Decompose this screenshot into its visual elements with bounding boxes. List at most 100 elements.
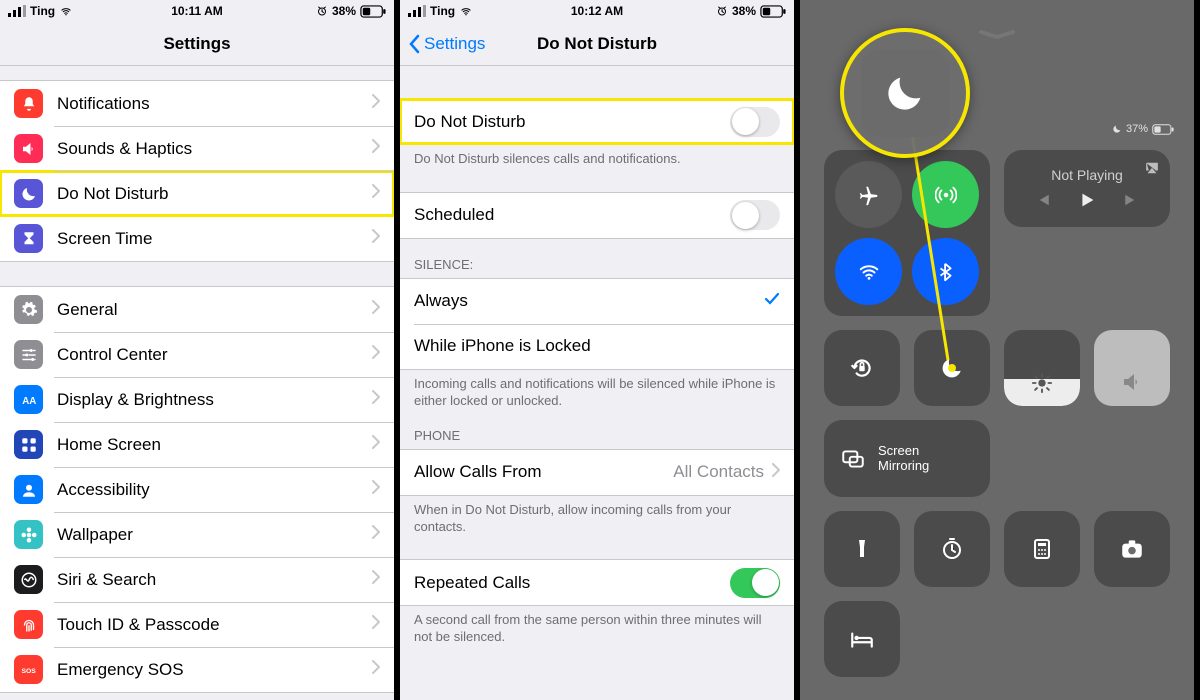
volume-slider[interactable]: [1094, 330, 1170, 406]
row-label: Control Center: [57, 345, 372, 365]
chevron-right-icon: [372, 345, 380, 364]
speaker-icon: [1120, 370, 1144, 394]
settings-list[interactable]: Notifications Sounds & Haptics Do Not Dist…: [0, 66, 394, 700]
row-label: Do Not Disturb: [57, 184, 372, 204]
screen-mirroring-button[interactable]: Screen Mirroring: [824, 420, 990, 497]
settings-row-wallpaper[interactable]: Wallpaper: [0, 512, 394, 557]
chevron-right-icon: [372, 615, 380, 634]
dnd-toggle-row[interactable]: Do Not Disturb: [400, 99, 794, 144]
settings-row-sounds[interactable]: Sounds & Haptics: [0, 126, 394, 171]
scheduled-row[interactable]: Scheduled: [400, 193, 794, 238]
dnd-icon: [14, 179, 43, 208]
status-bar: Ting 10:12 AM 38%: [400, 0, 794, 22]
mirror-icon: [840, 446, 866, 472]
footer-text: Do Not Disturb silences calls and notifi…: [400, 145, 794, 168]
control-center: 37% Not Playing: [800, 0, 1200, 700]
page-title: Settings: [163, 34, 230, 54]
footer-text: When in Do Not Disturb, allow incoming c…: [400, 496, 794, 536]
back-button[interactable]: Settings: [408, 34, 485, 54]
row-label: General: [57, 300, 372, 320]
row-label: While iPhone is Locked: [414, 336, 780, 356]
bedtime-button[interactable]: [824, 601, 900, 677]
next-icon[interactable]: [1120, 191, 1138, 209]
allow-calls-row[interactable]: Allow Calls From All Contacts: [400, 450, 794, 495]
chevron-right-icon: [372, 229, 380, 248]
airplay-icon[interactable]: [1144, 160, 1160, 176]
dnd-list[interactable]: Do Not Disturb Do Not Disturb silences c…: [400, 66, 794, 700]
siri-icon: [14, 565, 43, 594]
settings-row-display[interactable]: Display & Brightness: [0, 377, 394, 422]
settings-row-siri[interactable]: Siri & Search: [0, 557, 394, 602]
general-icon: [14, 295, 43, 324]
row-label: Home Screen: [57, 435, 372, 455]
calculator-button[interactable]: [1004, 511, 1080, 587]
silence-always-row[interactable]: Always: [400, 279, 794, 324]
mirror-label: Screen Mirroring: [878, 444, 938, 473]
scheduled-toggle[interactable]: [730, 200, 780, 230]
settings-row-homescreen[interactable]: Home Screen: [0, 422, 394, 467]
camera-button[interactable]: [1094, 511, 1170, 587]
sun-icon: [1031, 372, 1053, 394]
homescreen-icon: [14, 430, 43, 459]
row-label: Emergency SOS: [57, 660, 372, 680]
moon-icon: [882, 70, 928, 116]
battery-pct: 37%: [1126, 123, 1148, 135]
notifications-icon: [14, 89, 43, 118]
airplane-button[interactable]: [835, 161, 902, 228]
settings-row-general[interactable]: General: [0, 287, 394, 332]
nav-bar: Settings Do Not Disturb: [400, 22, 794, 66]
chevron-right-icon: [372, 480, 380, 499]
touchid-icon: [14, 610, 43, 639]
chevron-right-icon: [372, 660, 380, 679]
chevron-right-icon: [372, 300, 380, 319]
repeated-toggle[interactable]: [730, 568, 780, 598]
flashlight-button[interactable]: [824, 511, 900, 587]
chevron-right-icon: [772, 463, 780, 482]
screentime-icon: [14, 224, 43, 253]
status-bar: Ting 10:11 AM 38%: [0, 0, 394, 22]
dnd-toggle[interactable]: [730, 107, 780, 137]
orientation-lock-button[interactable]: [824, 330, 900, 406]
moon-icon: [1112, 124, 1122, 134]
row-label: Accessibility: [57, 480, 372, 500]
silence-locked-row[interactable]: While iPhone is Locked: [400, 324, 794, 369]
section-header: SILENCE:: [400, 239, 794, 278]
repeated-calls-row[interactable]: Repeated Calls: [400, 560, 794, 605]
back-label: Settings: [424, 34, 485, 54]
row-label: Allow Calls From: [414, 462, 673, 482]
settings-row-sos[interactable]: Emergency SOS: [0, 647, 394, 692]
media-tile[interactable]: Not Playing: [1004, 150, 1170, 227]
prev-icon[interactable]: [1036, 191, 1054, 209]
wallpaper-icon: [14, 520, 43, 549]
chevron-right-icon: [372, 139, 380, 158]
row-label: Repeated Calls: [414, 573, 730, 593]
chevron-right-icon: [372, 570, 380, 589]
settings-row-touchid[interactable]: Touch ID & Passcode: [0, 602, 394, 647]
row-label: Screen Time: [57, 229, 372, 249]
row-label: Scheduled: [414, 205, 730, 225]
play-icon[interactable]: [1076, 189, 1098, 211]
settings-row-accessibility[interactable]: Accessibility: [0, 467, 394, 512]
timer-button[interactable]: [914, 511, 990, 587]
settings-row-dnd[interactable]: Do Not Disturb: [0, 171, 394, 216]
wifi-button[interactable]: [835, 238, 902, 305]
chevron-right-icon: [372, 435, 380, 454]
settings-row-controlcenter[interactable]: Control Center: [0, 332, 394, 377]
chevron-left-icon: [408, 34, 422, 54]
media-title: Not Playing: [1051, 167, 1123, 183]
sos-icon: [14, 655, 43, 684]
nav-bar: Settings: [0, 22, 394, 66]
chevron-right-icon: [372, 184, 380, 203]
grabber-icon[interactable]: [977, 28, 1017, 40]
chevron-right-icon: [372, 94, 380, 113]
cc-status-bar: 37%: [1112, 123, 1174, 135]
checkmark-icon: [764, 291, 780, 312]
brightness-slider[interactable]: [1004, 330, 1080, 406]
row-label: Always: [414, 291, 764, 311]
settings-row-screentime[interactable]: Screen Time: [0, 216, 394, 261]
row-label: Sounds & Haptics: [57, 139, 372, 159]
settings-row-notifications[interactable]: Notifications: [0, 81, 394, 126]
page-title: Do Not Disturb: [537, 34, 657, 54]
row-label: Do Not Disturb: [414, 112, 730, 132]
settings-screen: Ting 10:11 AM 38% Settings Notifications…: [0, 0, 400, 700]
